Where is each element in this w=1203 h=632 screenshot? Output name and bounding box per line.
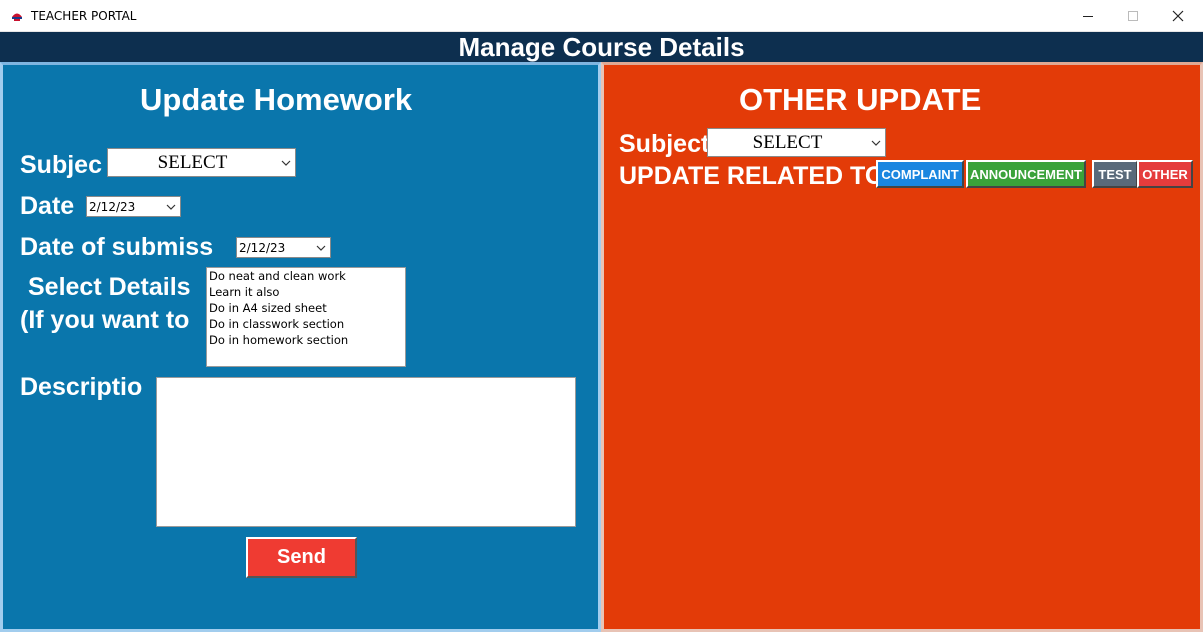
- hw-date-value: 2/12/23: [89, 199, 136, 214]
- hw-details-listbox[interactable]: Do neat and clean work Learn it also Do …: [206, 267, 406, 367]
- other-subject-value: SELECT: [752, 131, 823, 153]
- maximize-icon: [1128, 11, 1138, 21]
- complaint-button[interactable]: COMPLAINT: [876, 160, 964, 188]
- other-button[interactable]: OTHER: [1137, 160, 1193, 188]
- hw-date-label: Date: [20, 192, 75, 220]
- hw-date-picker[interactable]: 2/12/23: [86, 196, 181, 217]
- other-subject-label: Subject: [619, 130, 710, 158]
- hw-subject-label: Subjec: [20, 151, 102, 179]
- page-title: Manage Course Details: [458, 32, 745, 62]
- minimize-button[interactable]: [1065, 0, 1111, 32]
- list-item[interactable]: Do in classwork section: [207, 316, 405, 332]
- hw-submission-date-picker[interactable]: 2/12/23: [236, 237, 331, 258]
- chevron-down-icon: [871, 140, 881, 146]
- homework-title: Update Homework: [140, 82, 413, 117]
- other-update-panel: OTHER UPDATE Subject SELECT UPDATE RELAT…: [601, 62, 1203, 632]
- close-icon: [1172, 10, 1184, 22]
- other-update-title: OTHER UPDATE: [739, 82, 982, 117]
- announcement-button[interactable]: ANNOUNCEMENT: [966, 160, 1086, 188]
- window-titlebar: TEACHER PORTAL: [0, 0, 1203, 32]
- list-item[interactable]: Do in A4 sized sheet: [207, 300, 405, 316]
- other-subject-select[interactable]: SELECT: [707, 128, 886, 157]
- hw-details-label-line1: Select Details: [28, 273, 191, 301]
- minimize-icon: [1083, 15, 1093, 17]
- window-title: TEACHER PORTAL: [31, 9, 137, 23]
- hw-submission-value: 2/12/23: [239, 240, 286, 255]
- hw-details-label-line2: (If you want to: [20, 306, 190, 334]
- update-related-label: UPDATE RELATED TO: [619, 162, 877, 190]
- page-header: Manage Course Details: [0, 32, 1203, 62]
- hw-submission-label: Date of submiss: [20, 233, 214, 261]
- hw-subject-value: SELECT: [157, 151, 228, 173]
- hw-description-textarea[interactable]: [156, 377, 576, 527]
- maximize-button[interactable]: [1110, 0, 1156, 32]
- list-item[interactable]: Learn it also: [207, 284, 405, 300]
- list-item[interactable]: Do neat and clean work: [207, 268, 405, 284]
- send-button[interactable]: Send: [246, 537, 357, 578]
- app-logo-icon: [12, 13, 22, 21]
- hw-subject-select[interactable]: SELECT: [107, 148, 296, 177]
- close-button[interactable]: [1155, 0, 1201, 32]
- chevron-down-icon: [166, 204, 176, 210]
- chevron-down-icon: [316, 245, 326, 251]
- hw-description-label: Descriptio: [20, 373, 143, 401]
- list-item[interactable]: Do in homework section: [207, 332, 405, 348]
- homework-panel: Update Homework Subjec SELECT Date 2/12/…: [0, 62, 601, 632]
- chevron-down-icon: [281, 160, 291, 166]
- test-button[interactable]: TEST: [1092, 160, 1138, 188]
